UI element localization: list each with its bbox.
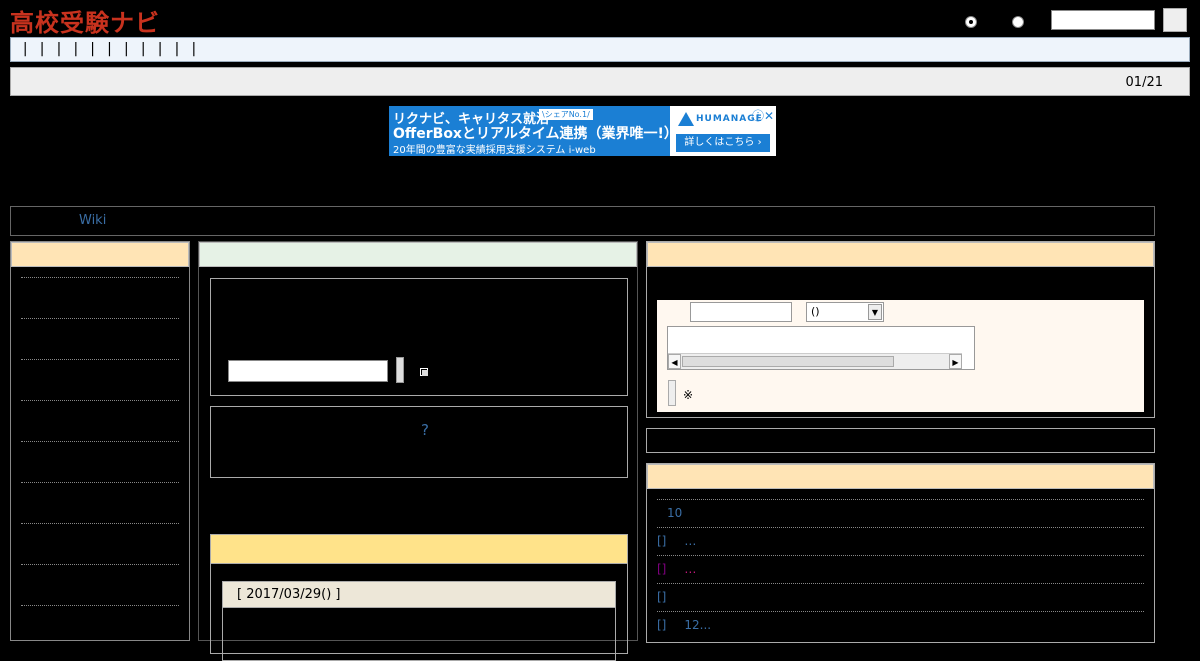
main-column: ? [ 2017/03/29() ]	[198, 241, 638, 661]
list-divider	[657, 611, 1144, 612]
scrollbar-thumb[interactable]	[682, 356, 894, 367]
help-link[interactable]: ?	[421, 421, 429, 439]
ad-line-2: OfferBoxとリアルタイム連携（業界唯一!）	[393, 126, 678, 142]
scroll-left-icon[interactable]: ◀	[668, 354, 681, 369]
radio-option-1[interactable]	[965, 16, 977, 28]
post-form-panel: () ▼ ◀ ▶ ※	[646, 241, 1155, 418]
info-panel: ?	[210, 406, 628, 478]
scroll-right-icon[interactable]: ▶	[949, 354, 962, 369]
list-item-label: []	[657, 562, 667, 576]
form-note: ※	[683, 388, 694, 402]
site-logo[interactable]: 高校受験ナビ	[10, 3, 160, 38]
recent-list-panel: 10 []… []… [] [] 12...	[646, 463, 1155, 643]
list-item-label: []	[657, 534, 667, 548]
list-item-label: 10	[667, 506, 683, 520]
left-sidebar-header	[11, 242, 189, 267]
textarea-scrollbar[interactable]: ◀ ▶	[668, 353, 962, 369]
sidebar-divider	[21, 564, 179, 565]
post-form-header	[647, 242, 1154, 267]
sidebar-divider	[21, 359, 179, 360]
list-item[interactable]: []	[657, 590, 666, 604]
news-panel: [ 2017/03/29() ]	[210, 534, 628, 661]
category-select[interactable]: () ▼	[806, 302, 884, 322]
ad-badge: \シェアNo.1/	[539, 109, 593, 120]
list-divider	[657, 527, 1144, 528]
list-item[interactable]: [] …	[657, 562, 696, 576]
sidebar-divider	[21, 482, 179, 483]
search-input[interactable]	[1051, 10, 1155, 30]
left-sidebar	[10, 241, 190, 641]
ad-cta-button[interactable]: 詳しくはこちら ›	[676, 134, 770, 152]
list-item-text: …	[684, 562, 697, 576]
ad-banner[interactable]: リクナビ、キャリタス就活 \シェアNo.1/ OfferBoxとリアルタイム連携…	[389, 106, 776, 156]
list-item-label: []	[657, 590, 667, 604]
right-info-bar	[646, 428, 1155, 453]
search-box-panel	[210, 278, 628, 396]
sidebar-divider	[21, 523, 179, 524]
brand-logo-icon	[678, 112, 694, 126]
current-date: 01/21	[1125, 75, 1163, 90]
post-form: () ▼ ◀ ▶ ※	[657, 300, 1144, 412]
news-panel-header	[211, 535, 627, 564]
news-date: [ 2017/03/29() ]	[223, 582, 615, 608]
ad-close-icon[interactable]: ⓘ✕	[752, 107, 774, 124]
category-select-value: ()	[811, 305, 820, 318]
main-column-header	[199, 242, 637, 267]
list-item[interactable]: [] …	[657, 534, 696, 548]
list-item[interactable]: 10	[667, 506, 682, 520]
breadcrumb-bar: Wiki	[10, 206, 1155, 236]
chevron-down-icon: ▼	[868, 304, 882, 320]
list-divider	[657, 555, 1144, 556]
list-divider	[657, 583, 1144, 584]
list-divider	[657, 499, 1144, 500]
recent-list-header	[647, 464, 1154, 489]
site-search-button[interactable]	[396, 357, 404, 383]
name-input[interactable]	[690, 302, 792, 322]
wiki-link[interactable]: Wiki	[79, 213, 106, 228]
sidebar-divider	[21, 400, 179, 401]
search-button[interactable]	[1163, 8, 1187, 32]
sidebar-divider	[21, 277, 179, 278]
site-search-input[interactable]	[228, 360, 388, 382]
sidebar-divider	[21, 318, 179, 319]
submit-button[interactable]	[668, 380, 676, 406]
radio-option-2[interactable]	[1012, 16, 1024, 28]
ad-line-3: 20年間の豊富な実績採用支援システム i-web	[393, 145, 596, 156]
date-bar: 01/21	[10, 67, 1190, 96]
list-item-text: …	[684, 534, 697, 548]
news-entry: [ 2017/03/29() ]	[222, 581, 616, 661]
sidebar-divider	[21, 441, 179, 442]
search-checkbox[interactable]	[420, 368, 428, 376]
nav-bar[interactable]: | | | | | | | | | | |	[10, 37, 1190, 62]
sidebar-divider	[21, 605, 179, 606]
